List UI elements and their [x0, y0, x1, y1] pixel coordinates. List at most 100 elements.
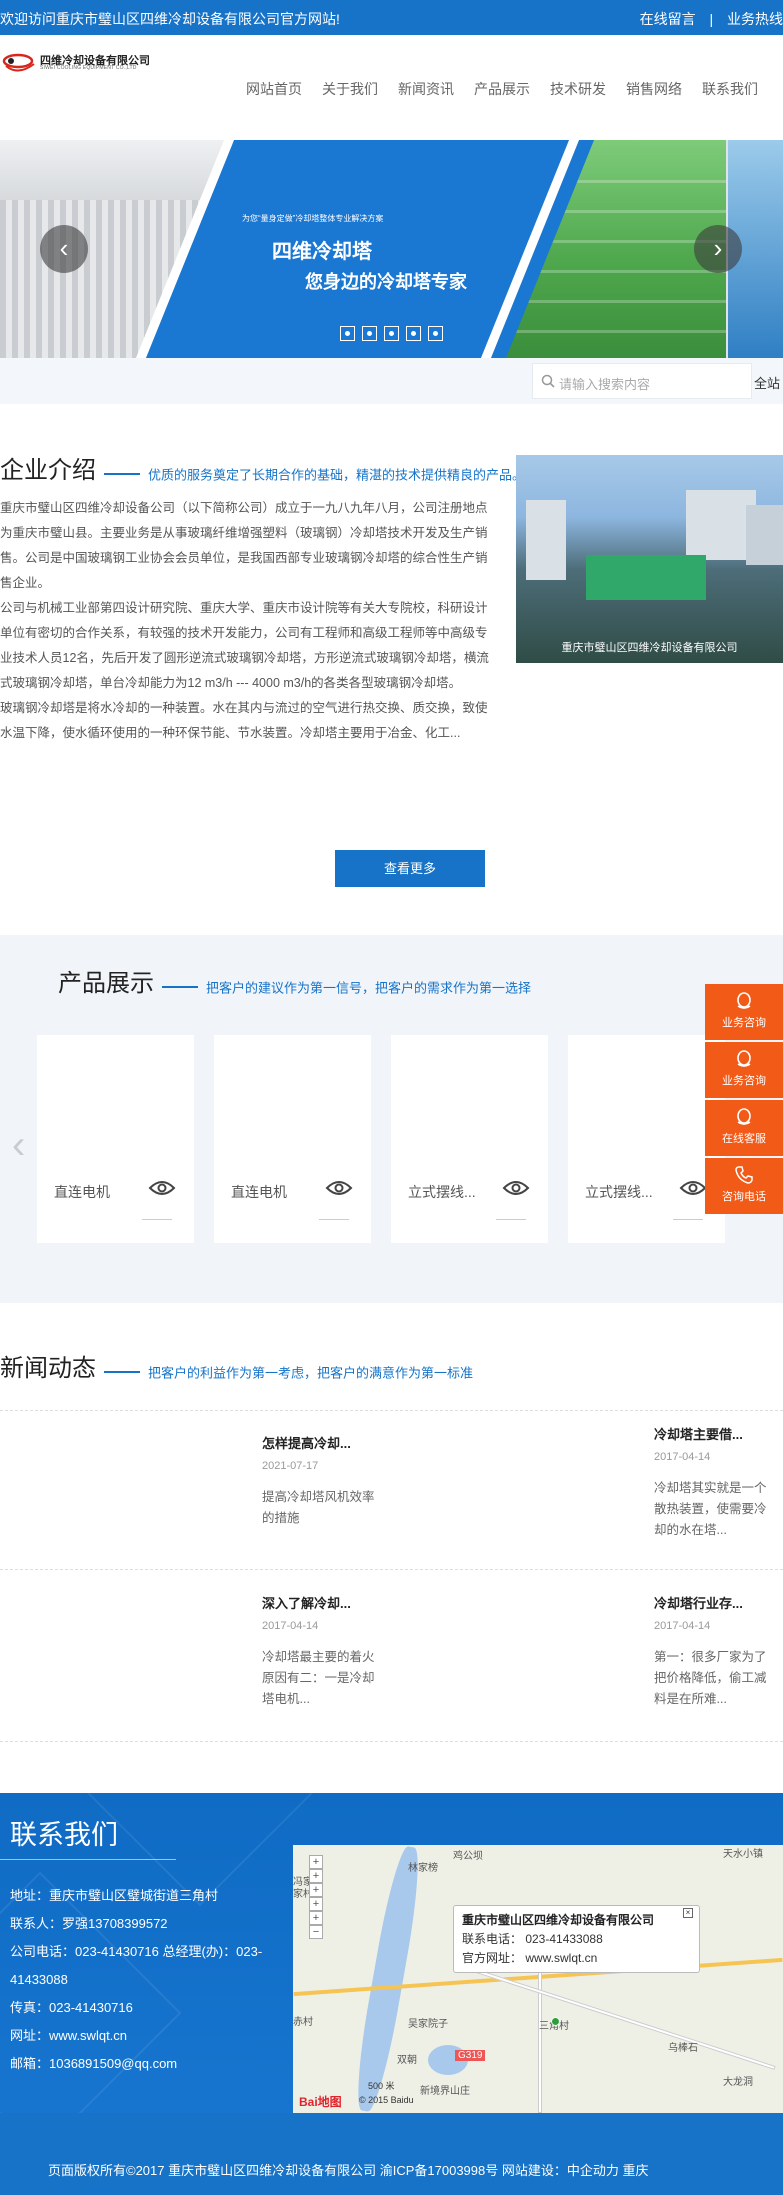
contact-title: 联系我们 [10, 1820, 118, 1850]
nav-about[interactable]: 关于我们 [312, 79, 388, 99]
news-item-title[interactable]: 深入了解冷却... [262, 1593, 392, 1612]
search-input[interactable]: 请输入搜索内容 [532, 363, 752, 399]
map-pan-control[interactable]: + [309, 1869, 323, 1883]
company-logo[interactable]: 四维冷却设备有限公司 SIWEI COOLING EQUIPMENT CO.,L… [2, 50, 162, 76]
news-item[interactable]: 冷却塔行业存... 2017-04-14 第一：很多厂家为了把价格降低，偷工减料… [654, 1593, 769, 1710]
map-label: 吴家院子 [408, 2019, 448, 2030]
news-item[interactable]: 冷却塔主要借... 2017-04-14 冷却塔其实就是一个散热装置，使需要冷却… [654, 1424, 769, 1541]
nav-sales[interactable]: 销售网络 [616, 79, 692, 99]
view-more-button[interactable]: 查看更多 [335, 850, 485, 887]
news-item-title[interactable]: 冷却塔主要借... [654, 1424, 769, 1443]
baidu-map[interactable]: 林家榜 鸡公坝 天水小镇 冯家岭 吴家院子 三角村 双朝 G319 乌棒石 新境… [293, 1845, 783, 2113]
map-popup-phone: 联系电话： 023-41433088 [462, 1932, 603, 1946]
banner-dot[interactable] [340, 326, 355, 341]
news-section-title: 新闻动态 把客户的利益作为第一考虑，把客户的满意作为第一标准 [0, 1348, 473, 1383]
products-section: 产品展示 把客户的建议作为第一信号，把客户的需求作为第一选择 ‹ 直连电机 直连电… [0, 935, 783, 1303]
banner-dot[interactable] [406, 326, 421, 341]
news-item-excerpt: 冷却塔最主要的着火原因有二：一是冷却塔电机... [262, 1650, 375, 1706]
product-card[interactable]: 立式摆线... [391, 1035, 548, 1243]
contact-fax: 传真：023-41430716 [10, 2000, 133, 2015]
news-item[interactable]: 深入了解冷却... 2017-04-14 冷却塔最主要的着火原因有二：一是冷却塔… [262, 1593, 392, 1710]
top-bar: 欢迎访问重庆市璧山区四维冷却设备有限公司官方网站! 在线留言 | 业务热线 [0, 0, 783, 35]
map-info-window: × 重庆市璧山区四维冷却设备有限公司 联系电话： 023-41433088 官方… [453, 1905, 700, 1973]
company-subtitle: 优质的服务奠定了长期合作的基础，精湛的技术提供精良的产品。 [148, 467, 526, 483]
banner-slogan-small: 为您“量身定做”冷却塔整体专业解决方案 [242, 214, 384, 223]
news-item-title[interactable]: 怎样提高冷却... [262, 1433, 392, 1452]
banner-dot[interactable] [362, 326, 377, 341]
float-label: 在线客服 [722, 1133, 766, 1145]
banner-next-button[interactable]: › [694, 225, 742, 273]
float-service-button[interactable]: 在线客服 [705, 1100, 783, 1156]
float-consult-button[interactable]: 业务咨询 [705, 984, 783, 1040]
company-paragraph: 公司与机械工业部第四设计研究院、重庆大学、重庆市设计院等有关大专院校，科研设计单… [0, 601, 489, 690]
map-pan-control[interactable]: + [309, 1911, 323, 1925]
banner-dot[interactable] [384, 326, 399, 341]
banner-prev-button[interactable]: ‹ [40, 225, 88, 273]
news-item-date: 2017-04-14 [654, 1451, 711, 1463]
nav-home[interactable]: 网站首页 [236, 79, 312, 99]
contact-website[interactable]: 网址：www.swlqt.cn [10, 2022, 290, 2050]
news-item[interactable]: 怎样提高冷却... 2021-07-17 提高冷却塔风机效率的措施 [262, 1433, 392, 1529]
hotline-link[interactable]: 业务热线 [727, 11, 783, 27]
nav-contact[interactable]: 联系我们 [692, 79, 768, 99]
product-card[interactable]: 直连电机 [214, 1035, 371, 1243]
float-consult-button[interactable]: 业务咨询 [705, 1042, 783, 1098]
online-message-link[interactable]: 在线留言 [640, 11, 696, 27]
banner-slogan-main: 四维冷却塔 [272, 241, 372, 263]
eye-icon[interactable] [325, 1178, 353, 1198]
product-name: 直连电机 [231, 1184, 287, 1200]
search-scope-select[interactable]: 全站 [754, 373, 780, 392]
phone-icon [735, 1166, 753, 1184]
news-item-date: 2021-07-17 [262, 1460, 319, 1472]
top-links: 在线留言 | 业务热线 [640, 9, 783, 29]
map-label: 大龙洞 [723, 2077, 753, 2088]
hero-banner: 为您“量身定做”冷却塔整体专业解决方案 四维冷却塔 您身边的冷却塔专家 ‹ › [0, 140, 783, 358]
search-icon [541, 374, 555, 388]
eye-icon[interactable] [679, 1178, 707, 1198]
map-label: 乌棒石 [668, 2043, 698, 2054]
logo-en-text: SIWEI COOLING EQUIPMENT CO.,LTD [40, 65, 137, 71]
news-item-excerpt: 冷却塔其实就是一个散热装置，使需要冷却的水在塔... [654, 1481, 767, 1537]
map-zoom-in[interactable]: + [309, 1855, 323, 1869]
map-zoom-out[interactable]: − [309, 1925, 323, 1939]
company-photo-caption: 重庆市璧山区四维冷却设备有限公司 [561, 642, 738, 654]
products-prev-button[interactable]: ‹ [12, 1123, 25, 1168]
news-item-date: 2017-04-14 [262, 1620, 319, 1632]
main-nav: 网站首页 关于我们 新闻资讯 产品展示 技术研发 销售网络 联系我们 [236, 79, 768, 99]
banner-dot[interactable] [428, 326, 443, 341]
float-phone-button[interactable]: 咨询电话 [705, 1158, 783, 1214]
nav-rd[interactable]: 技术研发 [540, 79, 616, 99]
contact-email[interactable]: 邮箱：1036891509@qq.com [10, 2050, 290, 2078]
float-label: 业务咨询 [722, 1017, 766, 1029]
nav-products[interactable]: 产品展示 [464, 79, 540, 99]
products-title: 产品展示 [58, 970, 154, 997]
eye-icon[interactable] [148, 1178, 176, 1198]
search-bar: 请输入搜索内容 全站 [0, 358, 783, 404]
product-card[interactable]: 立式摆线... [568, 1035, 725, 1243]
eye-icon[interactable] [502, 1178, 530, 1198]
news-item-title[interactable]: 冷却塔行业存... [654, 1593, 769, 1612]
nav-news[interactable]: 新闻资讯 [388, 79, 464, 99]
site-header: 四维冷却设备有限公司 SIWEI COOLING EQUIPMENT CO.,L… [0, 35, 783, 140]
news-subtitle: 把客户的利益作为第一考虑，把客户的满意作为第一标准 [148, 1365, 474, 1381]
product-name: 直连电机 [54, 1184, 110, 1200]
map-pan-control[interactable]: + [309, 1883, 323, 1897]
map-label: 鸡公坝 [453, 1851, 483, 1862]
map-label: 双朝 [397, 2055, 417, 2066]
close-icon[interactable]: × [683, 1908, 693, 1918]
product-card[interactable]: 直连电机 [37, 1035, 194, 1243]
products-subtitle: 把客户的建议作为第一信号，把客户的需求作为第一选择 [206, 980, 532, 996]
site-footer: 页面版权所有©2017 重庆市璧山区四维冷却设备有限公司 渝ICP备170039… [0, 2113, 783, 2195]
product-name: 立式摆线... [585, 1184, 653, 1200]
contact-section: 联系我们 地址：重庆市璧山区璧城街道三角村 联系人：罗强13708399572 … [0, 1793, 783, 2113]
news-item-date: 2017-04-14 [654, 1620, 711, 1632]
map-marker-icon[interactable] [551, 2017, 560, 2026]
map-pan-control[interactable]: + [309, 1897, 323, 1911]
qq-icon [737, 992, 751, 1009]
news-title: 新闻动态 [0, 1355, 96, 1382]
map-label: 赤村 [293, 2017, 313, 2028]
company-paragraph: 重庆市璧山区四维冷却设备公司（以下简称公司）成立于一九八九年八月，公司注册地点为… [0, 501, 488, 590]
float-label: 业务咨询 [722, 1075, 766, 1087]
map-copyright: © 2015 Baidu [359, 2095, 414, 2105]
map-scale: 500 米 [368, 2081, 395, 2091]
